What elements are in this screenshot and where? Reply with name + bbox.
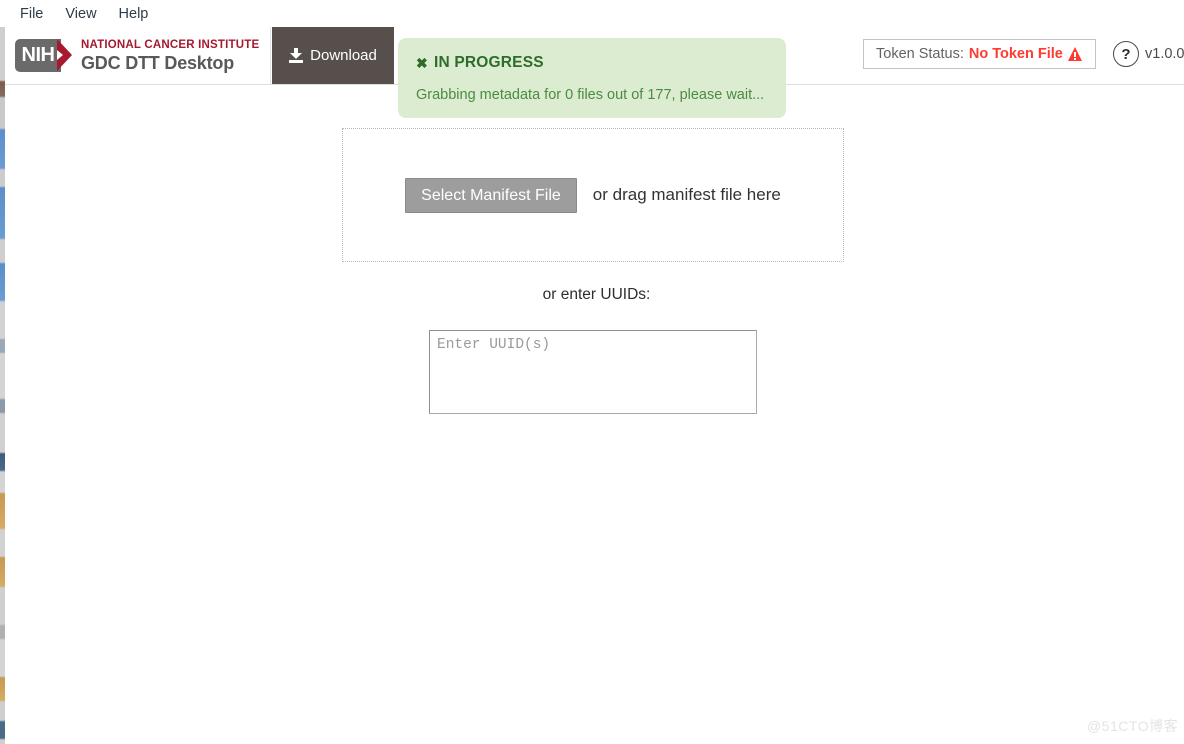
token-status-button[interactable]: Token Status: No Token File (863, 39, 1096, 69)
tab-download-label: Download (310, 47, 377, 64)
app-version-label: v1.0.0 (1145, 46, 1184, 62)
nih-chevron-notch (57, 50, 63, 60)
question-mark-icon[interactable]: ? (1113, 41, 1139, 67)
nih-logo-icon: NIH (15, 39, 72, 72)
nih-logo-text: NIH (15, 39, 61, 72)
watermark: @51CTO博客 (1087, 718, 1179, 734)
brand-institute-name: NATIONAL CANCER INSTITUTE (81, 38, 260, 51)
tab-download[interactable]: Download (272, 27, 394, 84)
brand-logo: NIH NATIONAL CANCER INSTITUTE GDC DTT De… (9, 27, 271, 84)
close-icon[interactable]: ✖ (416, 56, 428, 70)
notification-title-row: ✖ IN PROGRESS (416, 54, 768, 72)
menu-item-help[interactable]: Help (108, 3, 160, 25)
download-icon (289, 48, 304, 63)
menubar: File View Help (0, 0, 1184, 27)
notification-message: Grabbing metadata for 0 files out of 177… (416, 87, 765, 103)
brand-text: NATIONAL CANCER INSTITUTE GDC DTT Deskto… (81, 38, 259, 74)
warning-triangle-icon (1067, 47, 1083, 61)
uuid-section-label: or enter UUIDs: (542, 286, 651, 303)
menu-item-file[interactable]: File (9, 3, 54, 25)
manifest-dropzone[interactable]: Select Manifest File or drag manifest fi… (342, 128, 844, 262)
app-window: File View Help NIH NATIONAL CANCER INSTI… (0, 0, 1184, 744)
dropzone-hint-label: or drag manifest file here (592, 185, 781, 204)
brand-app-name: GDC DTT Desktop (81, 52, 235, 73)
token-status-label: Token Status: (876, 46, 964, 62)
main-content: Select Manifest File or drag manifest fi… (9, 86, 1184, 744)
select-manifest-file-button[interactable]: Select Manifest File (405, 177, 577, 213)
progress-notification: ✖ IN PROGRESS Grabbing metadata for 0 fi… (398, 38, 786, 118)
notification-title: IN PROGRESS (433, 54, 544, 71)
uuid-input[interactable] (429, 330, 757, 414)
menu-item-view[interactable]: View (54, 3, 107, 25)
token-status-value: No Token File (968, 46, 1063, 62)
